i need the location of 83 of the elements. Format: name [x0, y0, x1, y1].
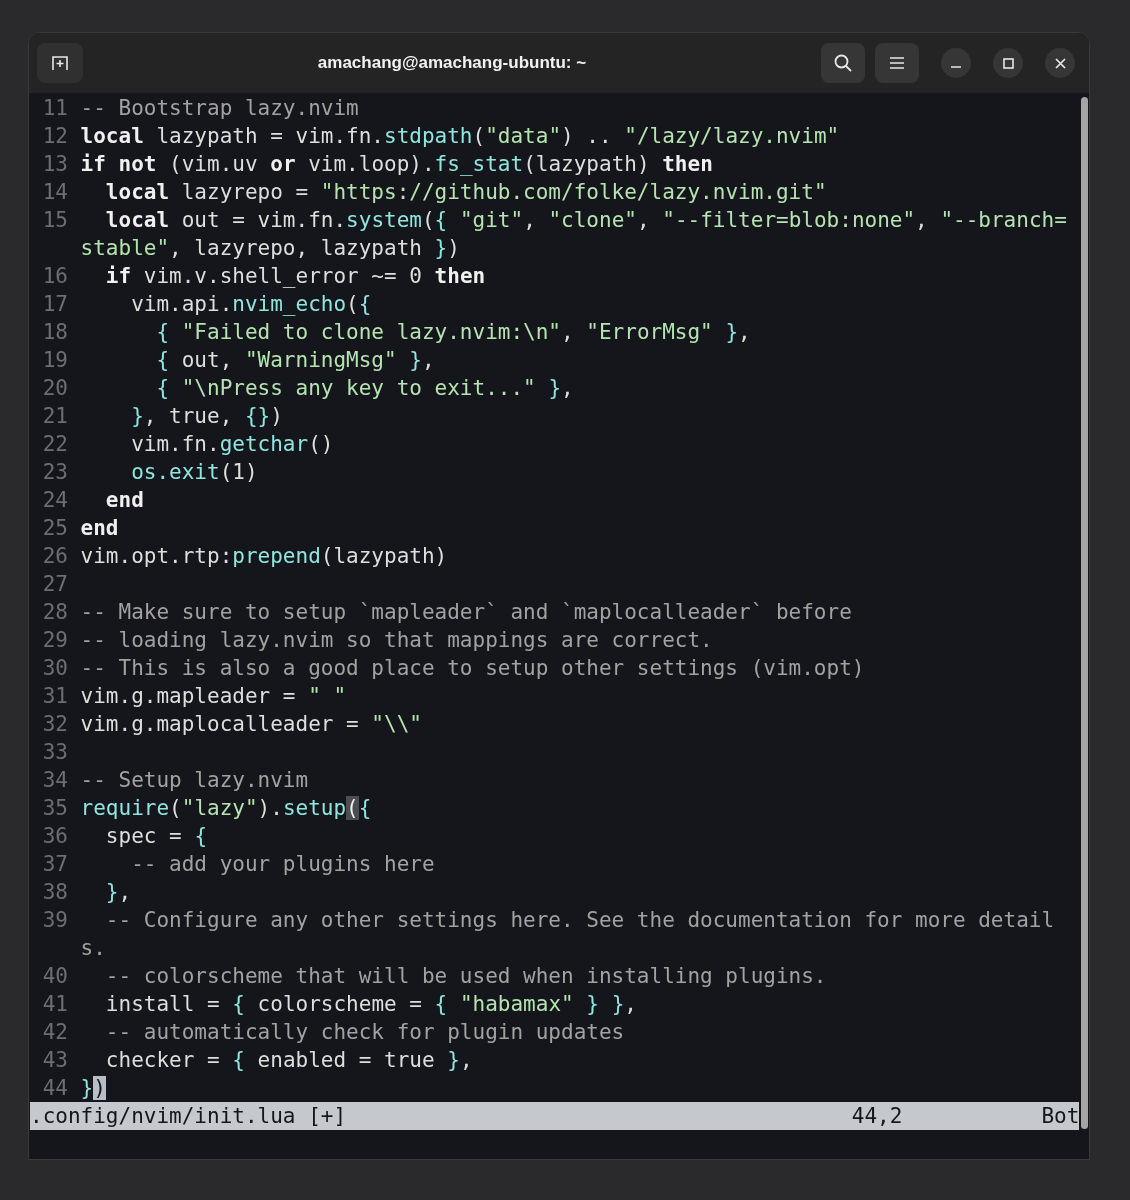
code-line: require("lazy").setup({ — [80, 795, 373, 822]
minimize-icon — [951, 66, 961, 68]
code-line: { "Failed to clone lazy.nvim:\n", "ErrorMsg" }, — [155, 319, 752, 346]
line-number: 20 — [41, 375, 69, 402]
code-line: install = { colorscheme = { "habamax" } }, — [104, 991, 638, 1018]
scroll-position: Bot — [1041, 1103, 1080, 1130]
line-number: 44 — [41, 1075, 69, 1102]
code-line: checker = { enabled = true }, — [104, 1047, 474, 1074]
code-line: os.exit(1) — [130, 459, 259, 486]
line-number: 42 — [41, 1019, 69, 1046]
line-number: 17 — [41, 291, 69, 318]
window-title: amachang@amachang-ubuntu: ~ — [316, 52, 588, 75]
close-icon — [1054, 57, 1066, 69]
line-number: 43 — [41, 1047, 69, 1074]
file-name: .config/nvim/init.lua [+] — [30, 1103, 348, 1130]
line-number: 26 — [41, 543, 69, 570]
line-number: 35 — [41, 795, 69, 822]
code-line: }) — [80, 1075, 107, 1102]
code-line: end — [80, 515, 120, 542]
line-number: 23 — [41, 459, 69, 486]
line-number: 34 — [41, 767, 69, 794]
code-line: vim.opt.rtp:prepend(lazypath) — [80, 543, 449, 570]
code-line: }, — [104, 879, 133, 906]
line-number: 27 — [41, 571, 69, 598]
line-number: 32 — [41, 711, 69, 738]
code-line: spec = { — [104, 823, 209, 850]
line-number: 41 — [41, 991, 69, 1018]
line-number: 31 — [41, 683, 69, 710]
code-line: if not (vim.uv or vim.loop).fs_stat(lazypath) then — [80, 151, 714, 178]
code-line: -- add your plugins here — [130, 851, 436, 878]
line-number: 40 — [41, 963, 69, 990]
line-number: 11 — [41, 95, 69, 122]
line-number: 29 — [41, 627, 69, 654]
code-line: -- Make sure to setup `mapleader` and `maplocalleader` before — [80, 599, 853, 626]
line-number: 19 — [41, 347, 69, 374]
line-number: 33 — [41, 739, 69, 766]
menu-button[interactable] — [875, 43, 919, 83]
code-line: local lazypath = vim.fn.stdpath("data") .. "/lazy/lazy.nvim" — [80, 123, 841, 150]
line-number: 39 — [41, 907, 69, 934]
maximize-button[interactable] — [993, 48, 1023, 78]
code-line: vim.fn.getchar() — [130, 431, 335, 458]
line-number: 21 — [41, 403, 69, 430]
code-line: { "\nPress any key to exit..." }, — [155, 375, 575, 402]
minimize-button[interactable] — [941, 48, 971, 78]
line-number: 13 — [41, 151, 69, 178]
code-line: vim.g.mapleader = " " — [80, 683, 348, 710]
code-line: -- Setup lazy.nvim — [80, 767, 310, 794]
line-number: 15 — [41, 207, 69, 234]
line-number: 18 — [41, 319, 69, 346]
code-line: vim.g.maplocalleader = "\\" — [80, 711, 423, 738]
line-number: 24 — [41, 487, 69, 514]
code-line: -- Bootstrap lazy.nvim — [80, 95, 360, 122]
line-number: 14 — [41, 179, 69, 206]
code-line: -- automatically check for plugin updates — [104, 1019, 626, 1046]
search-icon — [833, 53, 853, 73]
code-line: }, true, {}) — [130, 403, 284, 430]
code-line: -- colorscheme that will be used when installing plugins. — [104, 963, 828, 990]
line-number: 22 — [41, 431, 69, 458]
line-number: 36 — [41, 823, 69, 850]
new-tab-button[interactable] — [37, 43, 83, 83]
line-number: 28 — [41, 599, 69, 626]
line-number: 38 — [41, 879, 69, 906]
line-number: 25 — [41, 515, 69, 542]
code-line: end — [104, 487, 145, 514]
cursor-position: 44,2 — [851, 1103, 904, 1130]
line-number: 12 — [41, 123, 69, 150]
code-line: vim.api.nvim_echo({ — [130, 291, 373, 318]
code-line: -- Configure any other settings here. See the documentation for more details. — [80, 907, 1056, 962]
code-line: if vim.v.shell_error ~= 0 then — [104, 263, 487, 290]
scrollbar[interactable] — [1080, 97, 1088, 1129]
line-number: 16 — [41, 263, 69, 290]
code-line: { out, "WarningMsg" }, — [155, 347, 436, 374]
close-button[interactable] — [1045, 48, 1075, 78]
code-line: local out = vim.fn.system({ "git", "clone", "--filter=blob:none", "--branch=stable", lazyrepo, lazypath }) — [80, 207, 1068, 262]
code-line: local lazyrepo = "https://github.com/folke/lazy.nvim.git" — [104, 179, 828, 206]
code-line: -- loading lazy.nvim so that mappings are correct. — [80, 627, 714, 654]
new-tab-icon — [51, 54, 69, 72]
menu-icon — [889, 56, 905, 70]
code-line: -- This is also a good place to setup other settings (vim.opt) — [80, 655, 866, 682]
search-button[interactable] — [821, 43, 865, 83]
line-number: 37 — [41, 851, 69, 878]
maximize-icon — [1002, 57, 1014, 69]
line-number: 30 — [41, 655, 69, 682]
